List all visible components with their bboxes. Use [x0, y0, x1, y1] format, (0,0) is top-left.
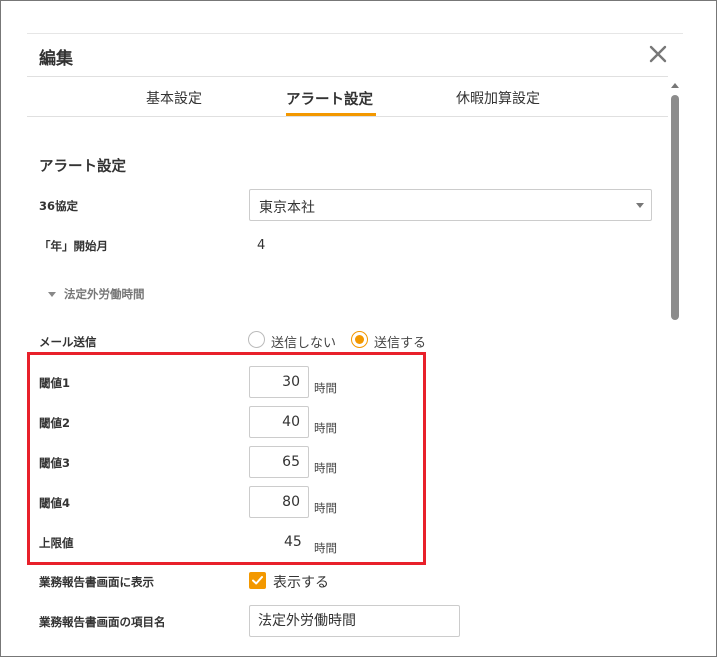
overtime-collapse-toggle[interactable]: 法定外労働時間: [48, 286, 145, 302]
mail-option-send-radio[interactable]: [351, 331, 368, 348]
mail-option-no-send-label[interactable]: 送信しない: [271, 332, 336, 351]
mail-label: メール送信: [39, 335, 97, 349]
close-icon: [649, 45, 667, 63]
mail-option-send-label[interactable]: 送信する: [374, 332, 426, 351]
close-button[interactable]: [646, 42, 670, 66]
dialog-top-border: [27, 33, 683, 34]
agreement36-value: 東京本社: [259, 200, 315, 216]
tab-basic-settings[interactable]: 基本設定: [146, 88, 202, 108]
header-divider: [27, 76, 668, 77]
agreement36-label: 36協定: [39, 199, 79, 213]
dialog-title: 編集: [39, 49, 73, 69]
chevron-down-icon: [636, 203, 644, 208]
tab-alert-settings[interactable]: アラート設定: [286, 88, 373, 109]
check-icon: [252, 576, 263, 585]
report-display-checkbox-label[interactable]: 表示する: [273, 572, 329, 592]
year-start-value: 4: [257, 238, 266, 253]
year-start-label: 「年」開始月: [39, 239, 108, 253]
scroll-up-arrow-icon[interactable]: [669, 80, 681, 90]
mail-option-no-send-radio[interactable]: [248, 331, 265, 348]
report-item-name-input[interactable]: 法定外労働時間: [249, 605, 460, 637]
report-display-label: 業務報告書画面に表示: [39, 575, 154, 589]
threshold-highlight-box: [27, 352, 426, 565]
section-title: アラート設定: [39, 159, 126, 175]
agreement36-select[interactable]: 東京本社: [249, 189, 652, 221]
scrollbar-thumb[interactable]: [671, 95, 679, 320]
report-item-name-label: 業務報告書画面の項目名: [39, 615, 166, 629]
caret-down-icon: [48, 292, 56, 297]
tab-leave-settings[interactable]: 休暇加算設定: [456, 88, 540, 108]
overtime-collapse-label: 法定外労働時間: [64, 287, 145, 301]
tab-divider: [27, 116, 668, 117]
report-display-checkbox[interactable]: [249, 572, 266, 589]
